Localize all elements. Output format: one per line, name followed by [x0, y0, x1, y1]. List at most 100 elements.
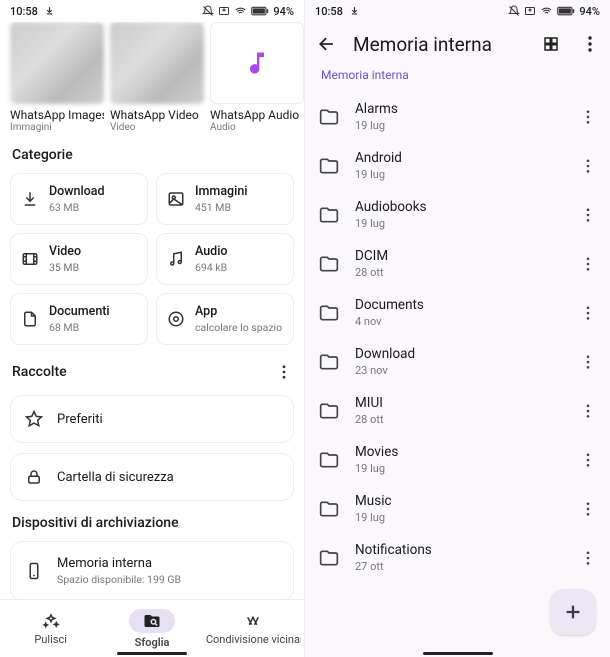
- dnd-icon: [202, 5, 214, 17]
- folder-more-icon[interactable]: [580, 545, 596, 571]
- category-images[interactable]: Immagini451 MB: [156, 173, 294, 225]
- folder-more-icon[interactable]: [580, 153, 596, 179]
- folder-date: 28 ott: [355, 266, 564, 279]
- folder-row[interactable]: Movies 19 lug: [311, 435, 604, 484]
- collection-safe-folder[interactable]: Cartella di sicurezza: [10, 453, 294, 501]
- grid-view-icon[interactable]: [542, 35, 560, 53]
- audio-icon: [167, 250, 185, 268]
- cast-icon: [524, 5, 536, 17]
- status-right: 94%: [202, 5, 294, 18]
- folder-row[interactable]: Documents 4 nov: [311, 288, 604, 337]
- category-sub: 35 MB: [49, 261, 81, 274]
- folder-icon: [319, 254, 339, 274]
- back-icon[interactable]: [317, 34, 337, 54]
- folder-name: Audiobooks: [355, 199, 564, 215]
- folder-icon: [319, 548, 339, 568]
- folder-more-icon[interactable]: [580, 447, 596, 473]
- thumbnail-title: WhatsApp Video: [110, 108, 204, 122]
- storage-heading: Dispositivi di archiviazione: [12, 515, 292, 531]
- add-fab[interactable]: [550, 589, 596, 635]
- category-video[interactable]: Video35 MB: [10, 233, 148, 285]
- folder-row[interactable]: MIUI 28 ott: [311, 386, 604, 435]
- thumbnail-sub: Video: [110, 122, 204, 133]
- breadcrumb[interactable]: Memoria interna: [305, 68, 610, 88]
- nav-browse[interactable]: Sfoglia: [101, 600, 202, 657]
- category-sub: 451 MB: [195, 201, 247, 214]
- more-menu-icon[interactable]: [582, 30, 598, 58]
- download-indicator-icon: [350, 6, 359, 15]
- category-sub: 63 MB: [49, 201, 105, 214]
- folder-date: 23 nov: [355, 364, 564, 377]
- status-time: 10:58: [10, 5, 38, 18]
- collection-favorites[interactable]: Preferiti: [10, 395, 294, 443]
- category-apps[interactable]: Appcalcolare lo spazio: [156, 293, 294, 345]
- recent-whatsapp-images[interactable]: WhatsApp Images Immagini: [10, 22, 104, 133]
- recent-thumbnails: WhatsApp Images Immagini WhatsApp Video …: [10, 22, 294, 133]
- category-download[interactable]: Download 63 MB: [10, 173, 148, 225]
- storage-title: Memoria interna: [57, 556, 181, 571]
- recent-whatsapp-audio[interactable]: WhatsApp Audio Audio: [210, 22, 304, 133]
- folder-date: 19 lug: [355, 511, 564, 524]
- category-documents[interactable]: Documenti68 MB: [10, 293, 148, 345]
- folder-more-icon[interactable]: [580, 398, 596, 424]
- folder-row[interactable]: Alarms19 lug: [311, 92, 604, 141]
- folder-name: MIUI: [355, 395, 564, 411]
- folder-name: DCIM: [355, 248, 564, 264]
- thumbnail-sub: Immagini: [10, 122, 104, 133]
- folder-more-icon[interactable]: [580, 251, 596, 277]
- folder-name: Documents: [355, 297, 564, 313]
- folder-name: Music: [355, 493, 564, 509]
- collections-more-icon[interactable]: [276, 359, 292, 385]
- folder-row[interactable]: Download23 nov: [311, 337, 604, 386]
- folder-name: Notifications: [355, 542, 564, 558]
- folder-date: 28 ott: [355, 413, 564, 426]
- battery-percent: 94%: [273, 5, 294, 18]
- folder-more-icon[interactable]: [580, 300, 596, 326]
- folder-date: 19 lug: [355, 119, 564, 132]
- nav-nearby-share[interactable]: Condivisione vicinanze: [203, 600, 304, 657]
- folder-row[interactable]: Music 19 lug: [311, 484, 604, 533]
- folder-more-icon[interactable]: [580, 104, 596, 130]
- status-right: 94%: [508, 5, 600, 18]
- browse-content: WhatsApp Images Immagini WhatsApp Video …: [0, 22, 304, 599]
- folder-row[interactable]: Android19 lug: [311, 141, 604, 190]
- folder-row[interactable]: Notifications27 ott: [311, 533, 604, 582]
- gesture-bar: [117, 652, 187, 655]
- dnd-icon: [508, 5, 520, 17]
- nav-label: Sfoglia: [135, 636, 170, 649]
- battery-icon: [557, 6, 575, 16]
- category-audio[interactable]: Audio694 kB: [156, 233, 294, 285]
- storage-internal[interactable]: Memoria interna Spazio disponibile: 199 …: [10, 541, 294, 599]
- category-sub: calcolare lo spazio: [195, 321, 282, 334]
- folder-date: 4 nov: [355, 315, 564, 328]
- star-icon: [25, 410, 43, 428]
- folder-more-icon[interactable]: [580, 202, 596, 228]
- thumbnail-image: [110, 22, 204, 104]
- folder-search-icon: [129, 609, 175, 633]
- nearby-share-icon: [244, 612, 262, 630]
- status-bar: 10:58 94%: [305, 0, 610, 22]
- category-sub: 68 MB: [49, 321, 110, 334]
- folder-name: Movies: [355, 444, 564, 460]
- download-icon: [21, 190, 39, 208]
- download-indicator-icon: [45, 6, 54, 15]
- folder-date: 19 lug: [355, 462, 564, 475]
- recent-whatsapp-video[interactable]: WhatsApp Video Video: [110, 22, 204, 133]
- wifi-icon: [540, 6, 553, 17]
- page-title: Memoria interna: [353, 33, 526, 56]
- internal-storage-screen: 10:58 94% Memoria interna Memoria intern…: [305, 0, 610, 657]
- folder-row[interactable]: Audiobooks19 lug: [311, 190, 604, 239]
- category-title: Download: [49, 184, 105, 199]
- nav-label: Condivisione vicinanze: [206, 633, 301, 646]
- category-title: Audio: [195, 244, 228, 259]
- folder-row[interactable]: DCIM 28 ott: [311, 239, 604, 288]
- phone-icon: [25, 562, 43, 580]
- cast-icon: [218, 5, 230, 17]
- status-bar: 10:58 94%: [0, 0, 304, 22]
- battery-icon: [251, 6, 269, 16]
- nav-clean[interactable]: Pulisci: [0, 600, 101, 657]
- folder-more-icon[interactable]: [580, 349, 596, 375]
- status-left: 10:58: [10, 5, 54, 18]
- wifi-icon: [234, 6, 247, 17]
- folder-more-icon[interactable]: [580, 496, 596, 522]
